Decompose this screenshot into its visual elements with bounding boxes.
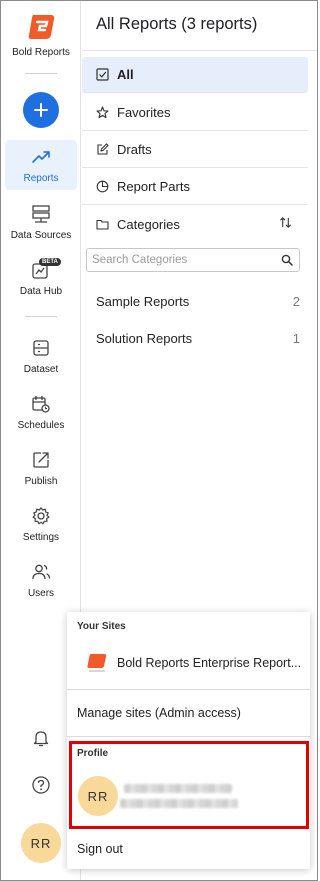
nav-label: Publish	[24, 475, 58, 487]
dataset-icon	[33, 339, 49, 356]
nav-schedules[interactable]: Schedules	[5, 387, 77, 437]
category-count: 2	[292, 293, 300, 309]
nav-data-sources[interactable]: Data Sources	[5, 197, 77, 247]
bell-icon	[33, 731, 49, 747]
search-input[interactable]	[92, 254, 272, 266]
profile-section-highlight[interactable]: Profile RR	[69, 741, 309, 829]
nav-users[interactable]: Users	[5, 555, 77, 605]
nav-settings[interactable]: Settings	[5, 499, 77, 549]
user-avatar-button[interactable]: RR	[21, 823, 61, 863]
star-icon	[96, 106, 109, 119]
nav-label: Settings	[22, 531, 60, 543]
menu-item-label: Report Parts	[117, 179, 190, 194]
nav-label: Data Hub	[19, 285, 63, 297]
plus-icon	[34, 103, 48, 117]
menu-item-label: Categories	[117, 216, 180, 232]
beta-badge: BETA	[39, 258, 61, 266]
site-link[interactable]: Bold Reports Enterprise Report...	[117, 656, 303, 670]
help-icon	[32, 776, 50, 794]
brand-name: Bold Reports	[12, 47, 70, 58]
sort-icon[interactable]	[279, 216, 292, 229]
popup-divider	[67, 736, 310, 737]
rail-divider	[25, 73, 57, 74]
nav-label: Schedules	[17, 419, 65, 431]
category-row-solution[interactable]: Solution Reports 1	[82, 323, 300, 353]
server-icon	[32, 204, 50, 223]
create-button[interactable]	[23, 92, 59, 128]
pie-chart-icon	[96, 180, 109, 193]
nav-publish[interactable]: Publish	[5, 443, 77, 493]
category-name: Solution Reports	[96, 330, 193, 346]
page-title: All Reports (3 reports)	[96, 15, 258, 33]
menu-item-report-parts[interactable]: Report Parts	[82, 169, 308, 205]
menu-item-categories[interactable]: Categories	[82, 206, 308, 242]
blurred-profile-email	[120, 799, 238, 808]
bold-reports-logo-icon[interactable]	[27, 13, 57, 41]
nav-reports[interactable]: Reports	[5, 140, 77, 190]
menu-item-favorites[interactable]: Favorites	[82, 95, 308, 131]
calendar-clock-icon	[32, 395, 50, 413]
checkbox-icon	[96, 68, 109, 81]
folder-icon	[96, 219, 109, 230]
avatar-initials: RR	[87, 788, 109, 804]
notifications-button[interactable]	[29, 726, 53, 750]
rail-divider	[25, 316, 57, 317]
your-sites-heading: Your Sites	[77, 621, 126, 632]
nav-label: Data Sources	[10, 229, 72, 241]
manage-sites-link[interactable]: Manage sites (Admin access)	[77, 706, 241, 720]
edit-icon	[97, 143, 109, 155]
popup-divider	[67, 689, 310, 690]
category-count: 1	[292, 330, 300, 346]
nav-data-hub[interactable]: BETA Data Hub	[5, 253, 77, 303]
users-icon	[32, 564, 51, 579]
nav-dataset[interactable]: Dataset	[5, 331, 77, 381]
profile-heading: Profile	[77, 748, 109, 759]
site-logo-icon	[87, 654, 107, 672]
nav-label: Reports	[23, 172, 59, 184]
category-row-sample[interactable]: Sample Reports 2	[82, 286, 300, 316]
blurred-profile-name	[124, 784, 232, 793]
nav-label: Dataset	[23, 363, 59, 375]
profile-avatar: RR	[78, 776, 118, 816]
nav-label: Users	[27, 587, 55, 599]
publish-icon	[33, 451, 49, 468]
category-search-box	[86, 248, 300, 272]
search-icon[interactable]	[281, 254, 293, 266]
menu-item-drafts[interactable]: Drafts	[82, 132, 308, 168]
menu-item-all[interactable]: All	[82, 57, 308, 93]
header-divider	[82, 50, 317, 51]
menu-item-label: Drafts	[117, 142, 152, 157]
help-button[interactable]	[29, 773, 53, 797]
avatar-initials: RR	[30, 835, 52, 851]
menu-item-label: Favorites	[117, 105, 171, 120]
sign-out-link[interactable]: Sign out	[77, 842, 123, 856]
menu-item-label: All	[117, 67, 134, 82]
category-name: Sample Reports	[96, 293, 190, 309]
trending-up-icon	[32, 150, 50, 163]
gear-icon	[32, 506, 50, 524]
account-popup: Your Sites Bold Reports Enterprise Repor…	[67, 612, 310, 869]
